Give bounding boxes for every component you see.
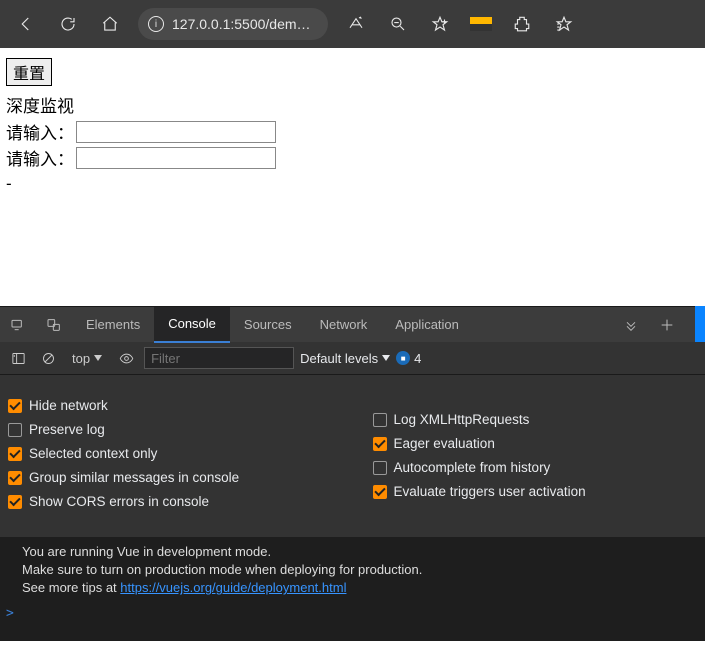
extensions-button[interactable]	[502, 4, 542, 44]
tab-console[interactable]: Console	[154, 307, 230, 343]
back-button[interactable]	[6, 4, 46, 44]
prompt-caret-icon: >	[6, 606, 14, 621]
checkbox-group-similar[interactable]	[8, 471, 22, 485]
device-toolbar-icon[interactable]	[0, 307, 36, 343]
label-eval-triggers: Evaluate triggers user activation	[394, 484, 586, 499]
tab-sources[interactable]: Sources	[230, 307, 306, 343]
label-log-xhr: Log XMLHttpRequests	[394, 412, 530, 427]
input-label-2: 请输入：	[6, 145, 74, 170]
console-log-message: You are running Vue in development mode.…	[0, 536, 705, 602]
tab-application[interactable]: Application	[381, 307, 473, 343]
console-line-3: See more tips at https://vuejs.org/guide…	[22, 579, 695, 597]
page-content: 重置 深度监视 请输入： 请输入： -	[0, 48, 705, 306]
page-heading: 深度监视	[6, 92, 699, 117]
home-button[interactable]	[90, 4, 130, 44]
info-icon: i	[148, 16, 164, 32]
address-bar[interactable]: i 127.0.0.1:5500/dem…	[138, 8, 328, 40]
label-group-similar: Group similar messages in console	[29, 470, 239, 485]
checkbox-log-xhr[interactable]	[373, 413, 387, 427]
log-levels-selector[interactable]: Default levels	[300, 351, 390, 366]
context-label: top	[72, 351, 90, 366]
browser-toolbar: i 127.0.0.1:5500/dem…	[0, 0, 705, 48]
levels-label: Default levels	[300, 351, 378, 366]
checkbox-selected-context[interactable]	[8, 447, 22, 461]
profile-swatch[interactable]	[470, 17, 492, 31]
checkbox-show-cors[interactable]	[8, 495, 22, 509]
issues-counter[interactable]: ■ 4	[396, 351, 421, 366]
checkbox-autocomplete-hist[interactable]	[373, 461, 387, 475]
address-text: 127.0.0.1:5500/dem…	[172, 16, 311, 32]
tab-elements[interactable]: Elements	[72, 307, 154, 343]
checkbox-hide-network[interactable]	[8, 399, 22, 413]
devtools-dock-indicator	[695, 306, 705, 342]
favorite-button[interactable]	[420, 4, 460, 44]
favorites-list-button[interactable]	[544, 4, 584, 44]
console-line-1: You are running Vue in development mode.	[22, 543, 695, 561]
issue-dot-icon: ■	[396, 351, 410, 365]
new-tab-icon[interactable]	[649, 307, 685, 343]
devtools-tab-bar: Elements Console Sources Network Applica…	[0, 306, 705, 342]
label-preserve-log: Preserve log	[29, 422, 105, 437]
console-line-2: Make sure to turn on production mode whe…	[22, 561, 695, 579]
text-input-1[interactable]	[76, 121, 276, 143]
issues-count: 4	[414, 351, 421, 366]
label-hide-network: Hide network	[29, 398, 108, 413]
console-settings-panel: Hide network Preserve log Selected conte…	[0, 375, 705, 536]
checkbox-preserve-log[interactable]	[8, 423, 22, 437]
checkbox-eager-eval[interactable]	[373, 437, 387, 451]
more-tabs-icon[interactable]	[613, 307, 649, 343]
context-selector[interactable]: top	[66, 349, 108, 368]
console-sidebar-toggle-icon[interactable]	[6, 346, 30, 370]
label-eager-eval: Eager evaluation	[394, 436, 495, 451]
filter-input[interactable]	[144, 347, 294, 369]
checkbox-eval-triggers[interactable]	[373, 485, 387, 499]
inspect-element-icon[interactable]	[36, 307, 72, 343]
chevron-down-icon	[94, 355, 102, 361]
label-show-cors: Show CORS errors in console	[29, 494, 209, 509]
live-expression-icon[interactable]	[114, 346, 138, 370]
input-row-2: 请输入：	[6, 145, 699, 170]
text-input-2[interactable]	[76, 147, 276, 169]
tab-network[interactable]: Network	[306, 307, 382, 343]
label-autocomplete-hist: Autocomplete from history	[394, 460, 551, 475]
input-label-1: 请输入：	[6, 119, 74, 144]
devtools-panel: Elements Console Sources Network Applica…	[0, 306, 705, 641]
zoom-out-button[interactable]	[378, 4, 418, 44]
input-row-1: 请输入：	[6, 119, 699, 144]
chevron-down-icon	[382, 355, 390, 361]
output-dash: -	[6, 174, 699, 194]
label-selected-context: Selected context only	[29, 446, 157, 461]
console-prompt[interactable]: >	[0, 602, 705, 641]
console-filter-bar: top Default levels ■ 4	[0, 342, 705, 375]
reset-button[interactable]: 重置	[6, 58, 52, 86]
read-aloud-button[interactable]	[336, 4, 376, 44]
deployment-link[interactable]: https://vuejs.org/guide/deployment.html	[120, 580, 346, 595]
clear-console-icon[interactable]	[36, 346, 60, 370]
refresh-button[interactable]	[48, 4, 88, 44]
